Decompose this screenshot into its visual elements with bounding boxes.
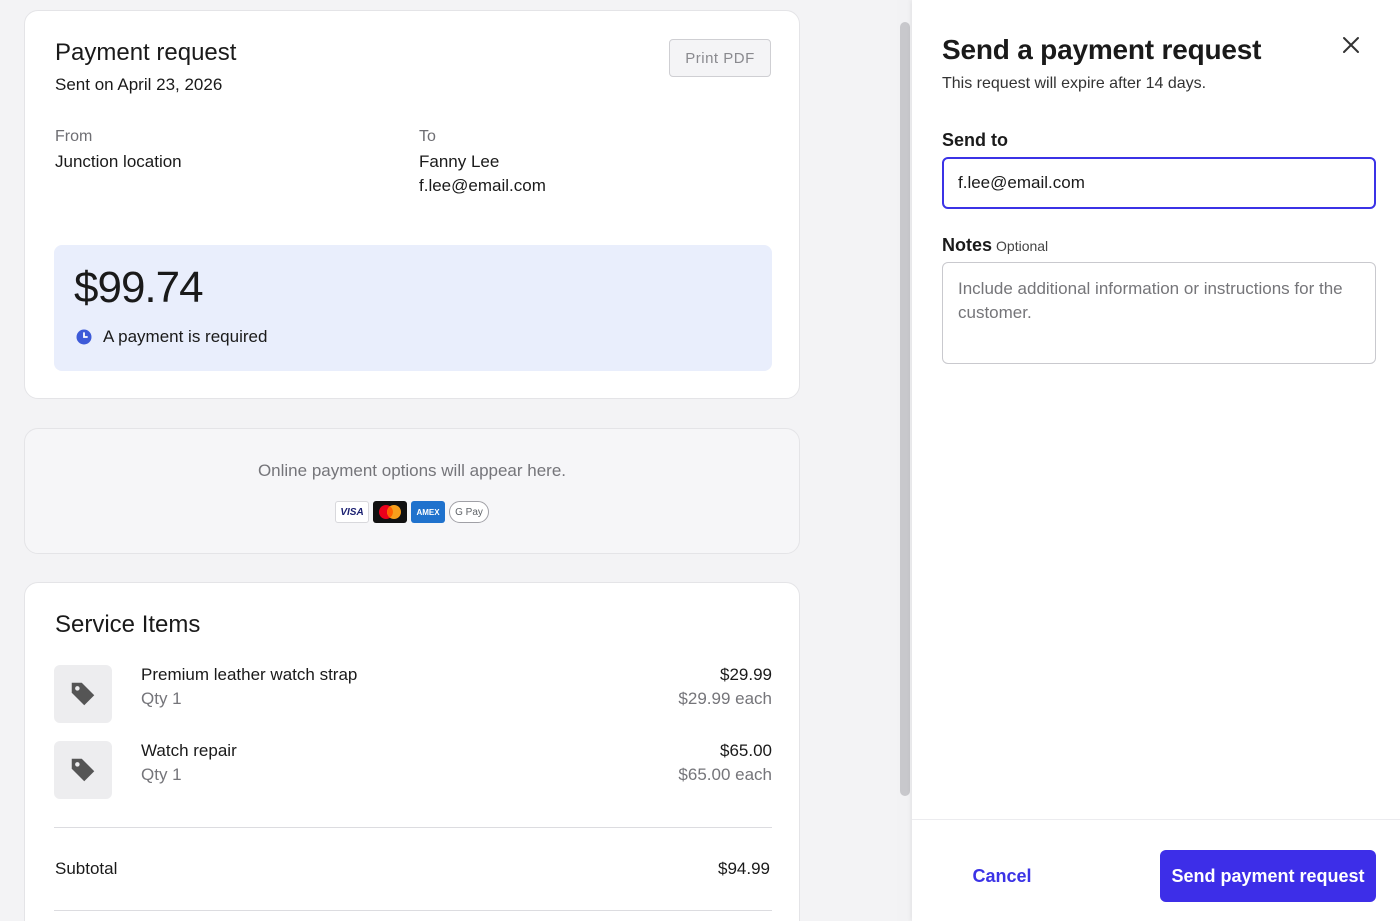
panel-subtitle: This request will expire after 14 days.: [942, 75, 1207, 92]
payment-method-icons: VISA AMEX G Pay: [25, 501, 799, 523]
subtotal-value: $94.99: [718, 859, 770, 878]
notes-label-text: Notes: [942, 235, 993, 255]
to-name: Fanny Lee: [419, 152, 500, 171]
item-name: Premium leather watch strap: [141, 665, 358, 684]
payment-preview: Payment request Sent on April 23, 2026 P…: [0, 0, 897, 921]
tag-icon: [71, 758, 95, 782]
visa-icon: VISA: [335, 501, 369, 523]
amount-box: $99.74 A payment is required: [54, 245, 772, 371]
send-request-panel: Send a payment request This request will…: [912, 0, 1400, 921]
amount-due: $99.74: [74, 263, 204, 312]
notes-textarea[interactable]: [942, 262, 1376, 364]
mastercard-icon: [373, 501, 407, 523]
service-items-title: Service Items: [55, 611, 201, 638]
tag-icon: [71, 682, 95, 706]
divider: [54, 827, 772, 828]
subtotal-label: Subtotal: [55, 859, 118, 878]
item-price: $29.99: [720, 665, 772, 684]
close-icon: [1343, 37, 1359, 53]
payment-options-card: Online payment options will appear here.…: [24, 428, 800, 554]
clock-icon: [76, 329, 92, 345]
to-label: To: [419, 128, 436, 145]
send-to-input[interactable]: [942, 157, 1376, 209]
item-unit-price: $65.00 each: [678, 765, 772, 784]
preview-scrollbar[interactable]: [900, 22, 910, 796]
sent-date: Sent on April 23, 2026: [55, 75, 223, 94]
item-name: Watch repair: [141, 741, 237, 760]
payment-status: A payment is required: [76, 327, 267, 347]
amex-icon: AMEX: [411, 501, 445, 523]
item-qty: Qty 1: [141, 765, 182, 784]
close-button[interactable]: [1338, 32, 1364, 58]
optional-tag: Optional: [996, 238, 1049, 254]
send-to-label: Send to: [942, 130, 1008, 150]
to-email: f.lee@email.com: [419, 176, 546, 195]
item-unit-price: $29.99 each: [678, 689, 772, 708]
print-pdf-button[interactable]: Print PDF: [669, 39, 771, 77]
request-title: Payment request: [55, 39, 237, 66]
item-qty: Qty 1: [141, 689, 182, 708]
list-item: Watch repair Qty 1 $65.00 $65.00 each: [54, 741, 772, 799]
status-text: A payment is required: [103, 327, 268, 346]
from-name: Junction location: [55, 152, 182, 171]
panel-footer: Cancel Send payment request: [912, 819, 1400, 921]
send-payment-request-button[interactable]: Send payment request: [1160, 850, 1376, 902]
notes-label: Notes Optional: [942, 235, 1048, 256]
item-price: $65.00: [720, 741, 772, 760]
google-pay-icon: G Pay: [449, 501, 489, 523]
list-item: Premium leather watch strap Qty 1 $29.99…: [54, 665, 772, 723]
panel-title: Send a payment request: [942, 34, 1262, 65]
cancel-button[interactable]: Cancel: [952, 850, 1052, 902]
divider: [54, 910, 772, 911]
payment-options-text: Online payment options will appear here.: [257, 461, 567, 480]
payment-request-card: Payment request Sent on April 23, 2026 P…: [24, 10, 800, 399]
service-items-card: Service Items Premium leather watch stra…: [24, 582, 800, 921]
from-label: From: [55, 128, 93, 145]
